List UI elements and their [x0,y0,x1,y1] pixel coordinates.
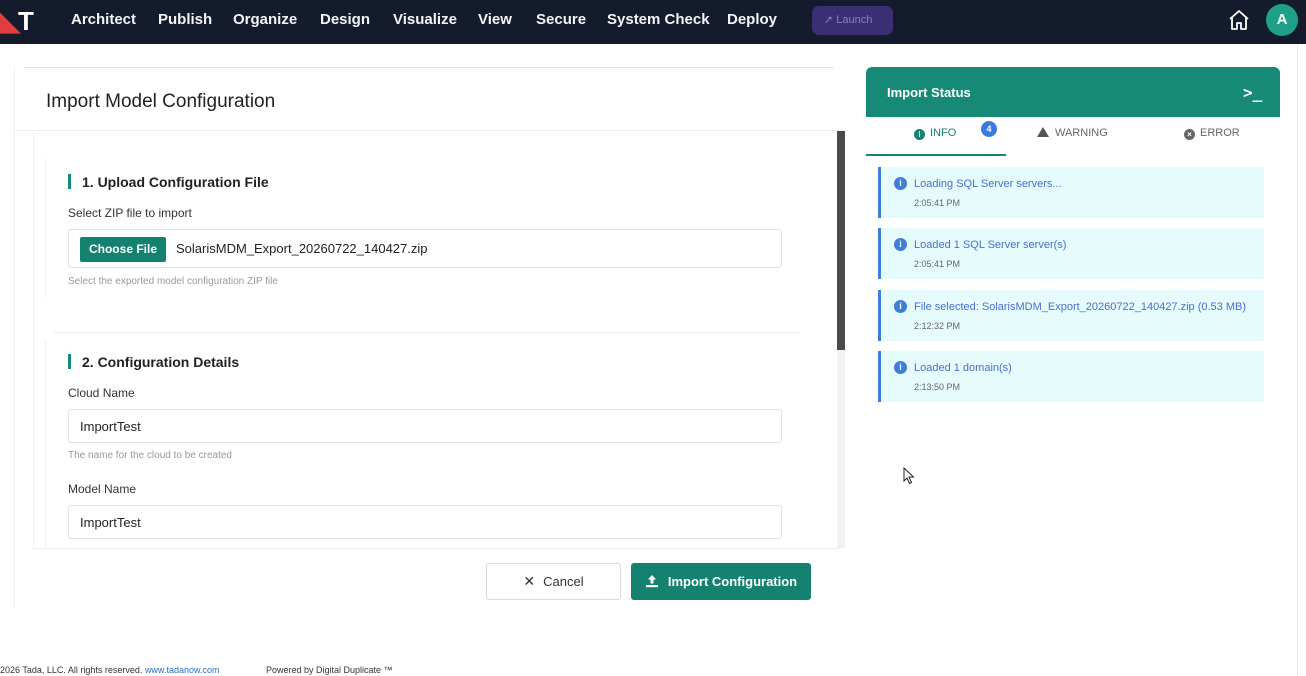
log-timestamp: 2:12:32 PM [914,321,961,331]
info-icon: i [914,129,925,140]
cancel-button[interactable]: ✕ Cancel [486,563,621,600]
page-edge [1297,44,1298,676]
import-configuration-button[interactable]: Import Configuration [631,563,811,600]
selected-file-name: SolarisMDM_Export_20260722_140427.zip [176,241,428,256]
launch-button[interactable]: ➚ Launch [812,6,893,35]
footer-powered-by: Powered by Digital Duplicate ™ [266,665,393,675]
form-scroll-area[interactable] [33,131,845,548]
tab-info[interactable]: i INFO [914,127,956,140]
upload-section-title: 1. Upload Configuration File [82,174,269,190]
log-entry: i Loading SQL Server servers... 2:05:41 … [878,167,1264,218]
upload-icon [645,575,658,588]
log-timestamp: 2:05:41 PM [914,259,961,269]
log-timestamp: 2:05:41 PM [914,198,961,208]
import-status-title: Import Status [887,85,971,100]
cloud-name-helper: The name for the cloud to be created [68,450,232,461]
model-name-input[interactable] [68,505,782,539]
section-frame [45,340,46,548]
nav-item-visualize[interactable]: Visualize [393,0,457,44]
model-name-label: Model Name [68,482,137,496]
scrollbar-thumb[interactable] [837,131,845,350]
tab-warning[interactable]: WARNING [1037,127,1108,139]
info-icon: i [894,300,907,313]
nav-item-design[interactable]: Design [320,0,370,44]
zip-file-helper: Select the exported model configuration … [68,276,278,287]
divider [24,67,834,68]
close-icon: ✕ [523,573,536,589]
divider [33,548,839,549]
warning-icon [1037,127,1049,137]
choose-file-button[interactable]: Choose File [80,237,166,262]
section-frame [45,158,46,298]
user-avatar[interactable]: A [1266,4,1298,36]
nav-item-organize[interactable]: Organize [233,0,297,44]
nav-item-architect[interactable]: Architect [71,0,136,44]
app-logo[interactable]: ◣T [0,6,40,36]
nav-item-deploy[interactable]: Deploy [727,0,777,44]
home-icon[interactable] [1227,8,1251,32]
cloud-name-label: Cloud Name [68,386,135,400]
nav-item-view[interactable]: View [478,0,512,44]
log-message: Loaded 1 SQL Server server(s) [914,239,1067,251]
info-icon: i [894,177,907,190]
section-divider [54,332,799,333]
log-entry: i Loaded 1 domain(s) 2:13:50 PM [878,351,1264,402]
cloud-name-input[interactable] [68,409,782,443]
info-icon: i [894,238,907,251]
log-entry: i Loaded 1 SQL Server server(s) 2:05:41 … [878,228,1264,279]
details-section-title: 2. Configuration Details [82,354,240,370]
log-message: File selected: SolarisMDM_Export_2026072… [914,301,1247,313]
nav-item-publish[interactable]: Publish [158,0,212,44]
terminal-icon[interactable]: >_ [1243,83,1262,102]
mouse-cursor-icon [903,467,915,485]
active-tab-indicator [866,154,1006,156]
info-count-badge: 4 [981,121,997,137]
section-accent-bar [68,354,71,369]
tab-error[interactable]: × ERROR [1184,127,1240,140]
error-icon: × [1184,129,1195,140]
nav-item-secure[interactable]: Secure [536,0,586,44]
log-message: Loading SQL Server servers... [914,178,1062,190]
footer-link[interactable]: www.tadanow.com [145,665,220,675]
page-title: Import Model Configuration [46,91,276,112]
log-entry: i File selected: SolarisMDM_Export_20260… [878,290,1264,341]
section-accent-bar [68,174,71,189]
zip-file-label: Select ZIP file to import [68,206,192,220]
footer-copyright: 2026 Tada, LLC. All rights reserved. www… [0,665,220,675]
rocket-icon: ➚ [824,14,834,26]
nav-item-system-check[interactable]: System Check [607,0,710,44]
log-message: Loaded 1 domain(s) [914,362,1012,374]
log-timestamp: 2:13:50 PM [914,382,961,392]
info-icon: i [894,361,907,374]
